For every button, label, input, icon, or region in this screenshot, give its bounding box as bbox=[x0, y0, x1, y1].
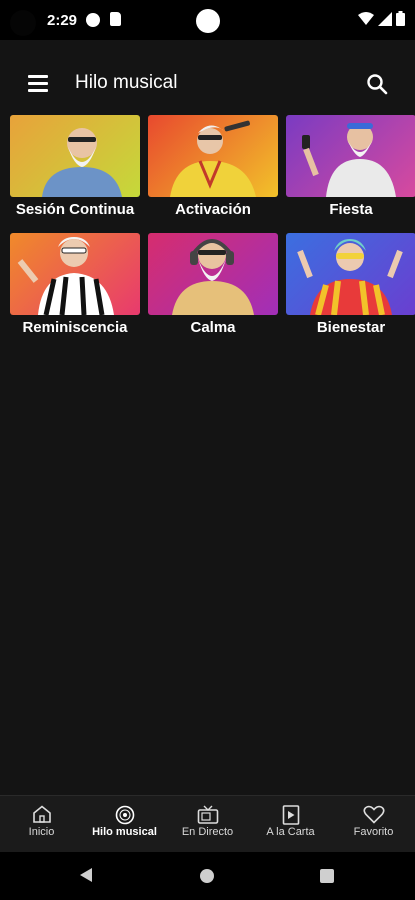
tile-image bbox=[286, 115, 415, 197]
nav-label: Inicio bbox=[28, 826, 55, 838]
tv-icon bbox=[197, 805, 218, 824]
nav-label: Favorito bbox=[353, 826, 394, 838]
hamburger-menu-icon[interactable] bbox=[28, 75, 48, 92]
nav-item-hilo-musical[interactable]: Hilo musical bbox=[83, 796, 166, 853]
sd-card-icon bbox=[110, 12, 121, 26]
bottom-navigation: Inicio Hilo musical En Directo A la Cart… bbox=[0, 795, 415, 852]
status-icons bbox=[358, 11, 405, 26]
category-tile-sesion-continua[interactable]: Sesión Continua bbox=[10, 115, 140, 225]
nav-item-en-directo[interactable]: En Directo bbox=[166, 796, 249, 853]
status-time: 2:29 bbox=[47, 12, 78, 29]
wifi-icon bbox=[358, 11, 374, 25]
content-area: Sesión Continua Activación Fiesta Remini… bbox=[0, 110, 415, 795]
category-tile-fiesta[interactable]: Fiesta bbox=[286, 115, 415, 225]
back-icon[interactable] bbox=[79, 867, 93, 883]
music-disc-icon bbox=[115, 805, 134, 825]
play-file-icon bbox=[282, 805, 299, 825]
tile-image bbox=[148, 233, 278, 315]
home-button[interactable] bbox=[200, 869, 214, 883]
tile-label: Fiesta bbox=[329, 201, 373, 218]
signal-icon bbox=[378, 11, 392, 26]
battery-icon bbox=[396, 11, 405, 26]
tile-label: Sesión Continua bbox=[15, 201, 135, 218]
category-tile-activacion[interactable]: Activación bbox=[148, 115, 278, 225]
nav-label: A la Carta bbox=[266, 826, 315, 838]
tile-image bbox=[10, 115, 140, 197]
recents-button[interactable] bbox=[320, 869, 334, 883]
tile-image bbox=[286, 233, 415, 315]
nav-item-a-la-carta[interactable]: A la Carta bbox=[249, 796, 332, 853]
tile-label: Bienestar bbox=[316, 319, 386, 336]
nav-label: En Directo bbox=[181, 826, 234, 838]
nav-label: Hilo musical bbox=[92, 826, 157, 838]
notification-icon bbox=[86, 13, 100, 27]
category-tile-reminiscencia[interactable]: Reminiscencia bbox=[10, 233, 140, 343]
tile-label: Reminiscencia bbox=[22, 319, 128, 336]
category-tile-bienestar[interactable]: Bienestar bbox=[286, 233, 415, 343]
tile-image bbox=[148, 115, 278, 197]
camera-punch-hole bbox=[196, 9, 220, 33]
home-icon bbox=[32, 805, 51, 823]
heart-icon bbox=[362, 805, 385, 824]
tile-label: Activación bbox=[175, 201, 251, 218]
system-navigation-bar bbox=[0, 852, 415, 900]
nav-item-favorito[interactable]: Favorito bbox=[332, 796, 415, 853]
search-icon[interactable] bbox=[366, 73, 388, 95]
nav-item-inicio[interactable]: Inicio bbox=[0, 796, 83, 853]
tile-label: Calma bbox=[190, 319, 236, 336]
category-tile-calma[interactable]: Calma bbox=[148, 233, 278, 343]
tile-image bbox=[10, 233, 140, 315]
status-bar: 2:29 bbox=[0, 0, 415, 40]
front-camera-icon bbox=[10, 10, 36, 36]
page-title: Hilo musical bbox=[75, 72, 178, 93]
